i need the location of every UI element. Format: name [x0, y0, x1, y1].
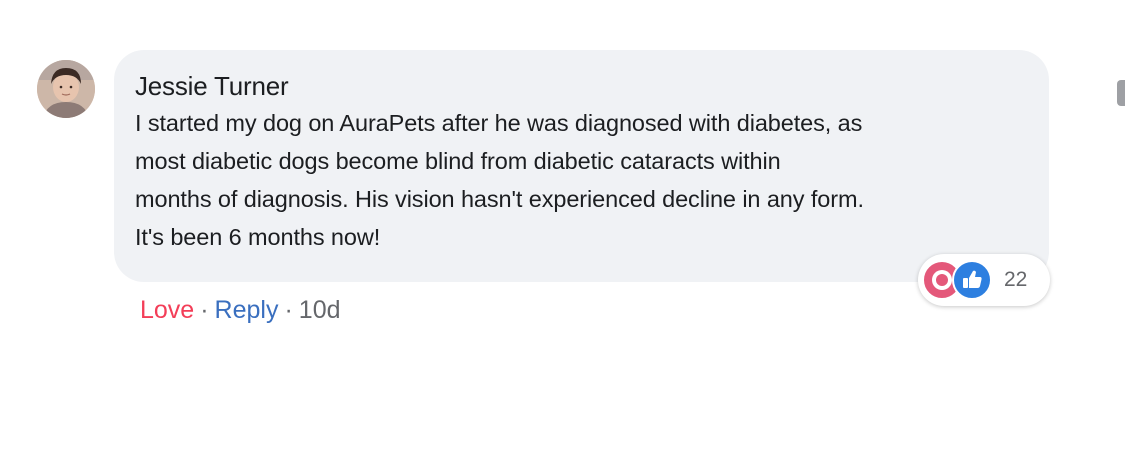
- action-separator: ·: [200, 296, 209, 324]
- more-options-icon[interactable]: [1117, 80, 1125, 106]
- action-separator: ·: [284, 296, 293, 324]
- reply-button[interactable]: Reply: [215, 294, 279, 326]
- reactions-summary[interactable]: 22: [918, 254, 1050, 306]
- love-button[interactable]: Love: [140, 294, 194, 326]
- like-reaction-icon: [952, 260, 992, 300]
- comment-bubble: Jessie Turner I started my dog on AuraPe…: [114, 50, 1049, 282]
- comment-text: I started my dog on AuraPets after he wa…: [135, 110, 864, 250]
- reaction-count: 22: [1004, 268, 1028, 291]
- avatar-photo: [37, 60, 95, 118]
- comment-actions: Love · Reply · 10d: [140, 294, 341, 326]
- comment-timestamp[interactable]: 10d: [299, 294, 341, 326]
- comment-screenshot: Jessie Turner I started my dog on AuraPe…: [0, 0, 1125, 450]
- comment-author[interactable]: Jessie Turner: [135, 70, 1027, 102]
- avatar[interactable]: [37, 60, 95, 118]
- reaction-icons: [922, 258, 998, 302]
